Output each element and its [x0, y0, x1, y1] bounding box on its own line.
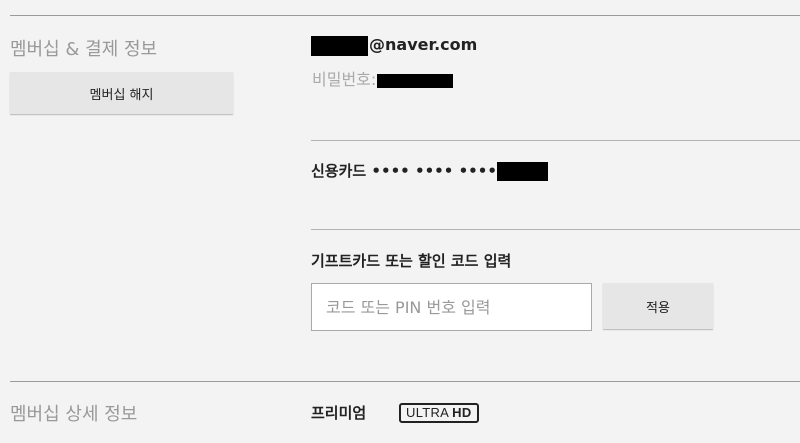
account-password: 비밀번호: [312, 66, 454, 90]
email-domain: @naver.com [369, 35, 478, 54]
password-label: 비밀번호: [312, 70, 377, 89]
apply-code-button[interactable]: 적용 [603, 283, 713, 329]
divider [311, 140, 800, 141]
plan-details-heading: 멤버십 상세 정보 [10, 404, 138, 425]
payment-card: 신용카드 •••• •••• •••• [311, 160, 548, 181]
gift-code-title: 기프트카드 또는 할인 코드 입력 [311, 252, 512, 270]
divider [311, 229, 800, 230]
section-divider [10, 15, 800, 16]
redacted-password [377, 73, 454, 88]
plan-name: 프리미엄 [311, 404, 367, 422]
section-divider [10, 381, 800, 382]
card-label: 신용카드 •••• •••• •••• [311, 162, 497, 180]
cancel-membership-button[interactable]: 멤버십 해지 [10, 72, 233, 114]
gift-code-input[interactable] [311, 283, 592, 331]
account-page: 멤버십 & 결제 정보 멤버십 해지 @naver.com 비밀번호: 신용카드… [0, 0, 800, 443]
badge-hd-text: HD [452, 405, 472, 420]
redacted-email-user [311, 35, 368, 56]
membership-billing-heading: 멤버십 & 결제 정보 [10, 39, 158, 60]
account-email: @naver.com [311, 35, 477, 56]
ultra-hd-badge: ULTRA HD [399, 403, 479, 423]
badge-ultra-text: ULTRA [406, 405, 450, 420]
redacted-card-digits [496, 162, 548, 181]
